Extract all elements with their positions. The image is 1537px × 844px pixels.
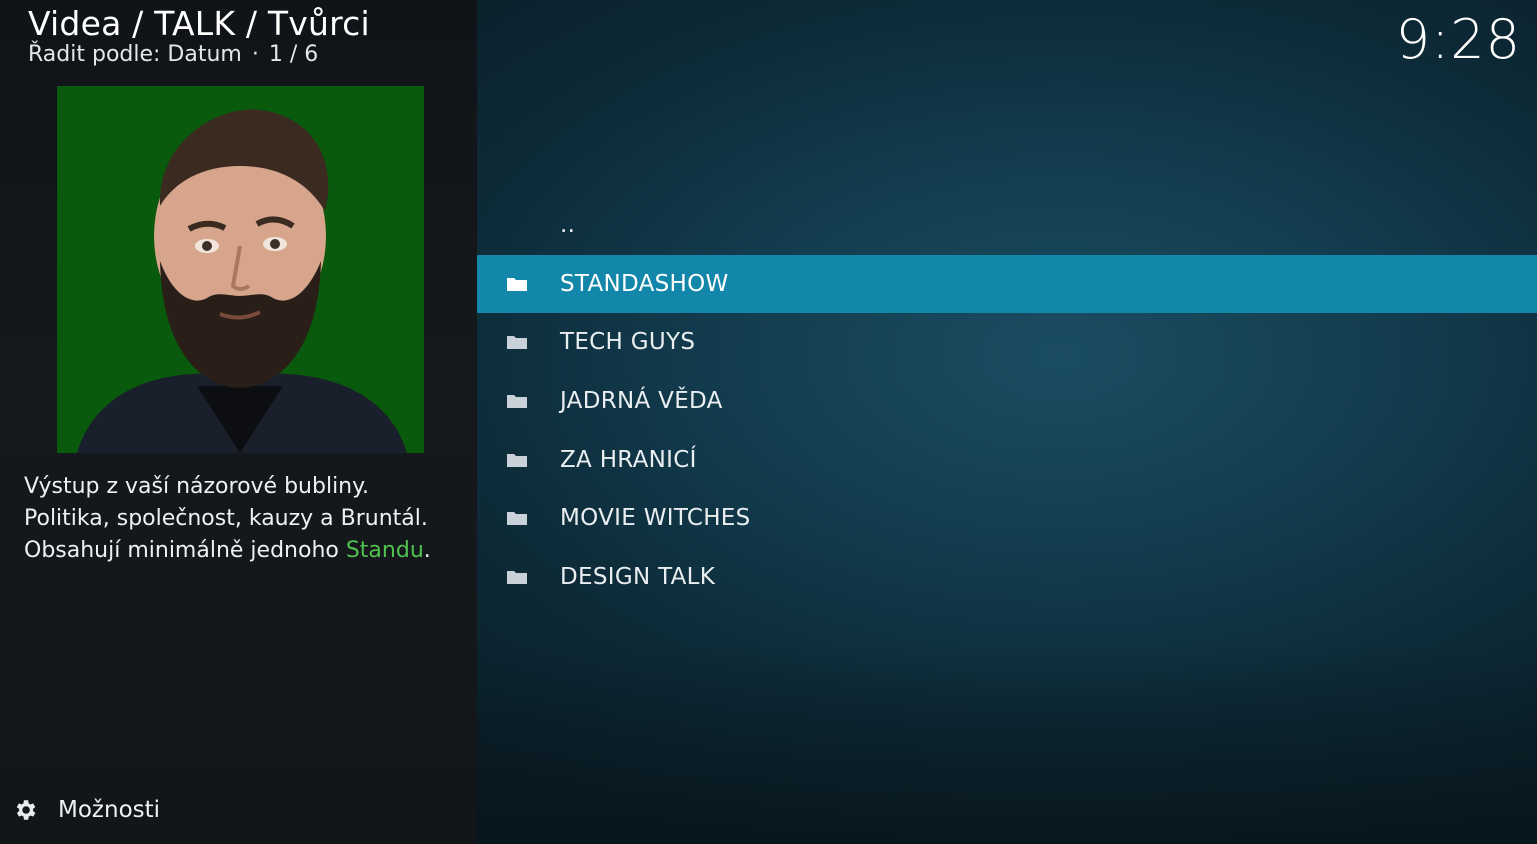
poster-image [57,86,424,453]
list-item-standashow[interactable]: STANDASHOW [477,254,1537,314]
folder-list: .. STANDASHOW TECH GUYS JADRNÁ VĚDA ZA H… [477,196,1537,606]
plot-text: Obsahují minimálně jednoho [24,538,346,563]
folder-icon [507,336,527,350]
folder-icon [507,395,527,409]
list-item-za-hranici[interactable]: ZA HRANICÍ [477,430,1537,489]
list-item-label: ZA HRANICÍ [560,446,697,473]
list-item-label: MOVIE WITCHES [560,505,751,532]
sort-info[interactable]: Řadit podle: Datum · 1 / 6 [28,42,318,67]
list-item-parent[interactable]: .. [477,196,1537,255]
list-item-label: JADRNÁ VĚDA [560,388,723,415]
parent-folder-label: .. [560,212,576,239]
clock: 9:28 [1395,8,1521,71]
plot-highlight: Standu [345,538,424,563]
list-item-label: TECH GUYS [560,329,696,356]
sort-label: Řadit podle: Datum [28,42,242,67]
separator-dot: · [251,42,259,67]
gear-icon [16,800,36,820]
plot-line: Výstup z vaší názorové bubliny. [24,474,369,499]
options-button[interactable]: Možnosti [12,797,160,823]
list-item-tech-guys[interactable]: TECH GUYS [477,313,1537,372]
options-label: Možnosti [58,797,161,823]
plot-text: . [423,538,431,563]
plot-line: Politika, společnost, kauzy a Bruntál. [24,506,428,531]
info-panel: Videa / TALK / Tvůrci Řadit podle: Datum… [0,0,477,844]
list-item-label: DESIGN TALK [560,563,716,590]
folder-icon [507,512,527,526]
list-item-design-talk[interactable]: DESIGN TALK [477,548,1537,607]
folder-icon [507,453,527,467]
plot-description: Výstup z vaší názorové bubliny. Politika… [24,471,464,567]
plot-line: Obsahují minimálně jednoho Standu. [24,535,464,567]
portrait-art [57,86,424,453]
list-item-jadrna-veda[interactable]: JADRNÁ VĚDA [477,372,1537,431]
list-item-label: STANDASHOW [560,270,729,297]
item-position: 1 / 6 [268,42,319,67]
breadcrumb: Videa / TALK / Tvůrci [28,4,370,43]
folder-icon [507,570,527,584]
list-item-movie-witches[interactable]: MOVIE WITCHES [477,489,1537,548]
media-library-screen: Videa / TALK / Tvůrci Řadit podle: Datum… [0,0,1537,844]
folder-icon [507,277,527,291]
